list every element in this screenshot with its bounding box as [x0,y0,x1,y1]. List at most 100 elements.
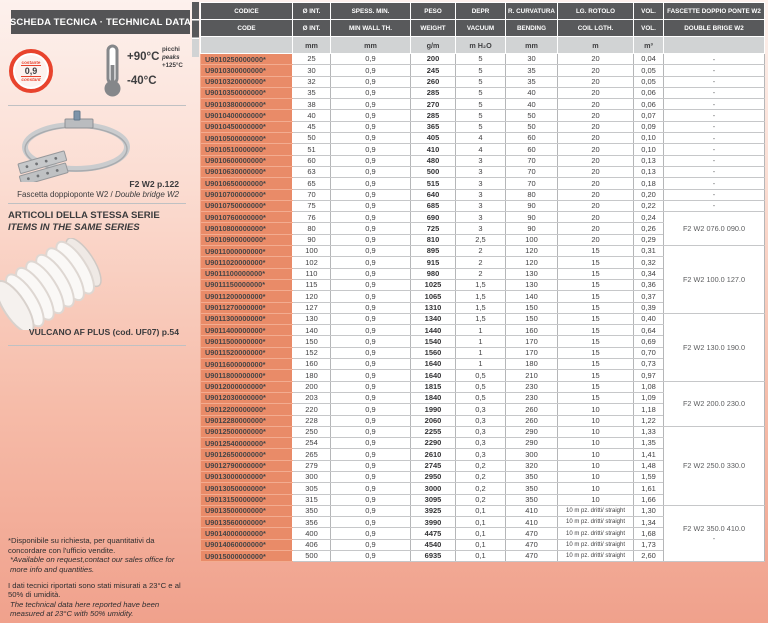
data-cell: 20 [558,223,634,234]
data-cell: 0,9 [331,110,411,121]
data-cell: 4540 [411,539,456,550]
data-cell: 1840 [411,392,456,403]
data-cell: 0,2 [456,471,506,482]
data-cell: 0,06 [634,87,664,98]
data-cell: 4 [456,133,506,144]
clamp-caption-text: Fascetta doppioponte W2 / Double bridge … [17,190,179,199]
data-cell: 30 [506,54,558,65]
data-cell: 0,37 [634,291,664,302]
data-cell: 80 [506,189,558,200]
column-header: SPESS. MIN. [331,3,411,20]
data-cell: 20 [558,200,634,211]
technical-data-table: CODICEØ INT.SPESS. MIN.PESODEPRR. CURVAT… [200,2,765,562]
clamp-ref-cell: - [664,178,765,189]
table-row: U9010600000000*600,9480370200,13- [201,155,765,166]
data-cell: 90 [293,234,331,245]
clamp-ref-cell: - [664,200,765,211]
data-cell: 810 [411,234,456,245]
data-cell: 0,9 [331,200,411,211]
data-cell: 10 [558,404,634,415]
product-code: U9010510000000* [201,144,293,155]
temp-low: -40°C [127,75,157,87]
data-cell: 0,9 [331,528,411,539]
data-cell: 20 [558,99,634,110]
data-cell: 0,9 [331,279,411,290]
table-row: U9010350000000*350,9285540200,06- [201,87,765,98]
clamp-ref-cell: - [664,87,765,98]
peaks-label-en: peaks [162,54,183,62]
data-cell: 10 m pz. dritti/ straight [558,505,634,516]
data-cell: 0,3 [456,404,506,415]
data-cell: 15 [558,392,634,403]
data-cell: 640 [411,189,456,200]
data-cell: 0,9 [331,449,411,460]
clamp-ref-extra: - [664,535,764,542]
data-cell: 0,64 [634,325,664,336]
data-cell: 410 [506,517,558,528]
data-cell: 120 [506,257,558,268]
data-cell: 20 [558,155,634,166]
data-cell: 70 [506,178,558,189]
data-cell: 279 [293,460,331,471]
data-cell: 120 [293,291,331,302]
data-cell: 1,5 [456,291,506,302]
product-code: U9011200000000* [201,291,293,302]
data-cell: 1,5 [456,313,506,324]
column-header: LG. ROTOLO [558,3,634,20]
temp-high: +90°C [127,51,159,63]
data-cell: 20 [558,65,634,76]
data-cell: 10 m pz. dritti/ straight [558,539,634,550]
data-cell: 0,9 [331,99,411,110]
data-cell: 0,9 [331,415,411,426]
data-cell: 70 [293,189,331,200]
badge-value: 0,9 [21,65,42,77]
column-header: WEIGHT [411,20,456,37]
data-cell: 15 [558,325,634,336]
column-unit: m³ [634,37,664,54]
data-cell: 1310 [411,302,456,313]
data-cell: 228 [293,415,331,426]
data-cell: 895 [411,246,456,257]
data-cell: 0,9 [331,325,411,336]
data-cell: 1,48 [634,460,664,471]
data-cell: 20 [558,178,634,189]
data-cell: 25 [293,54,331,65]
data-cell: 0,5 [456,381,506,392]
table-row: U9010760000000*760,9690390200,24F2 W2 07… [201,212,765,223]
product-code: U9010350000000* [201,87,293,98]
data-cell: 1,30 [634,505,664,516]
data-cell: 160 [506,325,558,336]
data-cell: 15 [558,359,634,370]
data-cell: 70 [506,155,558,166]
data-cell: 35 [506,65,558,76]
product-code: U9014060000000* [201,539,293,550]
data-cell: 350 [293,505,331,516]
data-cell: 40 [293,110,331,121]
table-row: U9010400000000*400,9285550200,07- [201,110,765,121]
product-code: U9010700000000* [201,189,293,200]
data-cell: 0,9 [331,483,411,494]
table-row: U9010500000000*500,9405460200,10- [201,133,765,144]
table-row: U9010700000000*700,9640380200,20- [201,189,765,200]
clamp-image [12,110,137,182]
data-cell: 100 [293,246,331,257]
data-cell: 0,9 [331,438,411,449]
data-cell: 270 [411,99,456,110]
data-cell: 470 [506,528,558,539]
data-cell: 10 [558,426,634,437]
product-code: U9010250000000* [201,54,293,65]
data-cell: 90 [506,212,558,223]
data-cell: 20 [558,110,634,121]
peaks-label-it: picchi [162,46,183,54]
data-cell: 0,1 [456,505,506,516]
data-cell: 0,9 [331,359,411,370]
data-cell: 1,73 [634,539,664,550]
product-code: U9011500000000* [201,336,293,347]
data-cell: 50 [506,110,558,121]
data-cell: 0,9 [331,212,411,223]
data-cell: 915 [411,257,456,268]
data-cell: 10 m pz. dritti/ straight [558,517,634,528]
data-cell: 5 [456,76,506,87]
column-unit: mm [331,37,411,54]
data-cell: 1065 [411,291,456,302]
